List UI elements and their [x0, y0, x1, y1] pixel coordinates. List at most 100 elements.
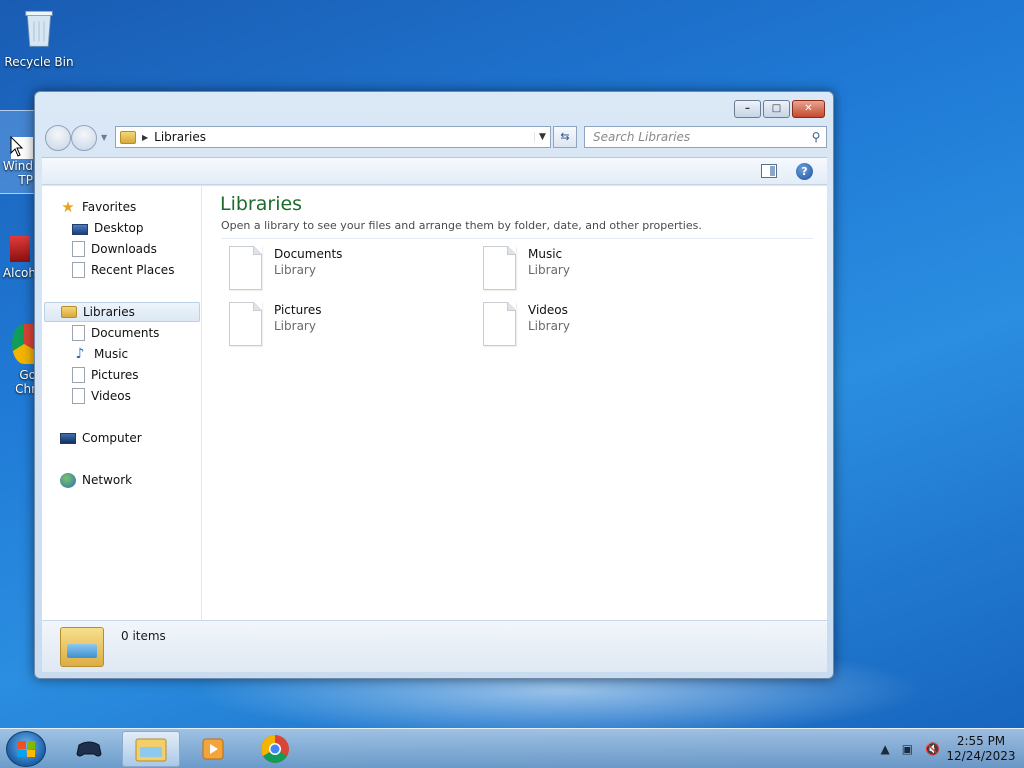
nav-item-downloads[interactable]: Downloads — [72, 239, 157, 259]
downloads-icon — [72, 241, 85, 257]
nav-item-network[interactable]: Network — [60, 470, 132, 490]
mouse-cursor-icon — [10, 136, 24, 157]
back-button[interactable] — [45, 125, 71, 151]
game-controller-icon — [76, 741, 102, 757]
search-input[interactable] — [593, 130, 806, 144]
media-player-icon — [202, 738, 224, 760]
maximize-icon: □ — [771, 103, 782, 114]
taskbar-app-chrome[interactable] — [246, 731, 304, 767]
details-pane: 0 items — [42, 620, 827, 672]
nav-item-pictures[interactable]: Pictures — [72, 365, 139, 385]
nav-label: Libraries — [83, 305, 135, 319]
caption-buttons: – □ ✕ — [734, 100, 825, 118]
folder-icon — [135, 738, 167, 762]
minimize-button[interactable]: – — [734, 100, 761, 118]
chrome-icon — [261, 735, 289, 763]
library-tile-music[interactable]: Music Library — [475, 246, 695, 292]
close-icon: ✕ — [804, 103, 813, 114]
videos-icon — [72, 388, 85, 404]
network-status-icon[interactable]: ▣ — [902, 742, 913, 756]
nav-item-desktop[interactable]: Desktop — [72, 218, 144, 238]
nav-item-music[interactable]: ♪ Music — [72, 344, 129, 364]
address-dropdown-icon[interactable]: ▼ — [534, 132, 550, 142]
nav-item-computer[interactable]: Computer — [60, 428, 142, 448]
recent-pages-chevron-icon[interactable]: ▼ — [101, 133, 107, 142]
library-name: Music — [528, 247, 563, 261]
address-path[interactable]: Libraries — [154, 130, 534, 144]
chrome-icon — [12, 324, 36, 364]
nav-label: Documents — [91, 326, 160, 340]
document-icon — [483, 246, 516, 290]
refresh-button[interactable]: ⇆ — [553, 126, 577, 148]
nav-label: Pictures — [91, 368, 139, 382]
page-title: Libraries — [220, 193, 303, 215]
page-subtitle: Open a library to see your files and arr… — [221, 219, 702, 232]
documents-icon — [72, 325, 85, 341]
item-count: 0 items — [121, 629, 166, 643]
document-icon — [483, 302, 516, 346]
navigation-bar: ▼ ▶ Libraries ▼ ⇆ ⚲ — [43, 125, 827, 151]
library-name: Pictures — [274, 303, 322, 317]
library-type: Library — [528, 319, 570, 333]
help-button[interactable]: ? — [796, 163, 813, 180]
library-tile-videos[interactable]: Videos Library — [475, 302, 695, 348]
nav-item-videos[interactable]: Videos — [72, 386, 131, 406]
nav-label: Recent Places — [91, 263, 175, 277]
libraries-icon — [61, 306, 77, 318]
libraries-folder-icon — [60, 627, 104, 667]
search-icon[interactable]: ⚲ — [806, 130, 826, 144]
nav-item-favorites[interactable]: ★ Favorites — [60, 197, 136, 217]
nav-label: Favorites — [82, 200, 137, 214]
library-type: Library — [274, 263, 316, 277]
pictures-icon — [72, 367, 85, 383]
alcohol-label: Alcoh — [2, 266, 36, 280]
recycle-bin-icon — [25, 10, 53, 47]
recycle-bin-label: Recycle Bin — [4, 55, 74, 69]
nav-label: Computer — [82, 431, 142, 445]
preview-pane-button[interactable] — [761, 164, 777, 178]
libraries-folder-icon — [120, 130, 136, 144]
close-button[interactable]: ✕ — [792, 100, 825, 118]
content-pane: Libraries Open a library to see your fil… — [203, 186, 827, 620]
explorer-body: ★ Favorites Desktop Downloads Recent Pla… — [42, 186, 827, 620]
forward-button[interactable] — [71, 125, 97, 151]
library-tile-pictures[interactable]: Pictures Library — [221, 302, 441, 348]
system-tray: ▲ ▣ 🔇 2:55 PM 12/24/2023 — [874, 729, 1016, 768]
clock[interactable]: 2:55 PM 12/24/2023 — [946, 734, 1016, 764]
show-hidden-icons-chevron-icon[interactable]: ▲ — [880, 742, 889, 756]
search-box[interactable]: ⚲ — [584, 126, 827, 148]
taskbar-app-games[interactable] — [60, 731, 118, 767]
maximize-button[interactable]: □ — [763, 100, 790, 118]
network-icon — [60, 472, 76, 488]
document-icon — [229, 246, 262, 290]
breadcrumb-arrow-icon[interactable]: ▶ — [142, 133, 148, 142]
command-bar: ? — [42, 157, 827, 185]
library-type: Library — [274, 319, 316, 333]
desktop-icon-chrome[interactable]: Go Chr — [0, 324, 36, 396]
navigation-pane[interactable]: ★ Favorites Desktop Downloads Recent Pla… — [42, 186, 202, 620]
desktop-icon-alcohol[interactable]: Alcoh — [0, 236, 36, 280]
nav-item-documents[interactable]: Documents — [72, 323, 159, 343]
recent-places-icon — [72, 262, 85, 278]
taskbar-app-media-player[interactable] — [184, 731, 242, 767]
document-icon — [229, 302, 262, 346]
wind-tp-label: Wind TP — [2, 159, 33, 187]
address-bar[interactable]: ▶ Libraries ▼ — [115, 126, 551, 148]
explorer-window[interactable]: – □ ✕ ▼ ▶ Libraries ▼ ⇆ ⚲ ? ★ Favorites — [34, 91, 834, 679]
taskbar: ▲ ▣ 🔇 2:55 PM 12/24/2023 — [0, 728, 1024, 768]
start-button[interactable] — [6, 731, 46, 767]
nav-label: Network — [82, 473, 133, 487]
desktop-icon-recycle-bin[interactable]: Recycle Bin — [2, 8, 76, 69]
nav-item-recent-places[interactable]: Recent Places — [72, 260, 174, 280]
nav-item-libraries[interactable]: Libraries — [44, 302, 200, 322]
chrome-label: Go Chr — [15, 368, 36, 396]
taskbar-app-explorer[interactable] — [122, 731, 180, 767]
library-name: Documents — [274, 247, 343, 261]
nav-label: Videos — [91, 389, 131, 403]
volume-muted-icon[interactable]: 🔇 — [925, 742, 940, 756]
windows-logo-icon — [17, 741, 35, 757]
library-tile-documents[interactable]: Documents Library — [221, 246, 441, 292]
nav-label: Music — [94, 347, 129, 361]
alcohol-icon — [10, 236, 30, 262]
nav-label: Downloads — [91, 242, 157, 256]
